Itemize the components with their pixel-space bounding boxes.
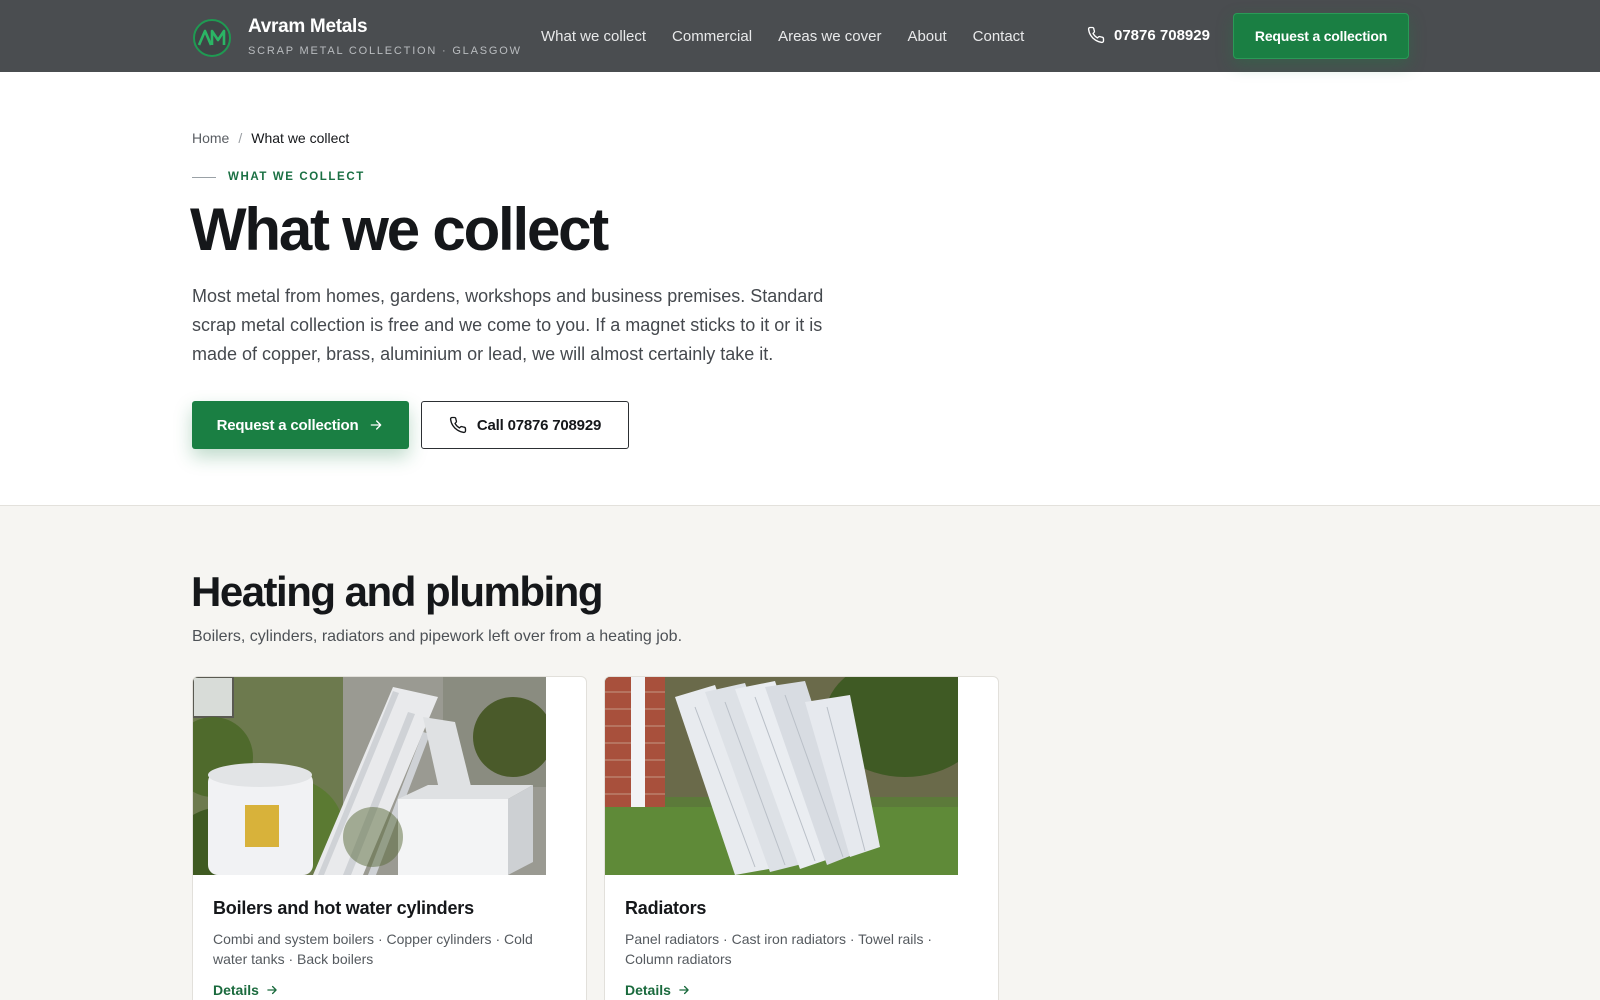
card-title: Boilers and hot water cylinders	[213, 898, 474, 918]
phone-icon	[1087, 26, 1105, 44]
arrow-right-icon	[267, 985, 277, 995]
page-title: What we collect	[190, 196, 609, 263]
product-card-radiators[interactable]: Radiators Panel radiators · Cast iron ra…	[604, 676, 999, 1000]
header-phone-number: 07876 708929	[1114, 26, 1210, 44]
radiators-photo	[605, 677, 958, 875]
breadcrumb-current: What we collect	[251, 130, 350, 146]
card-details-link[interactable]: Details	[213, 982, 279, 998]
arrow-right-icon	[371, 420, 382, 430]
brand-name: Avram Metals	[248, 16, 368, 37]
header-request-collection-button[interactable]: Request a collection	[1233, 13, 1409, 59]
main-nav: What we collect Commercial Areas we cove…	[541, 0, 1050, 72]
call-button-label: Call 07876 708929	[476, 416, 602, 434]
section-title: Heating and plumbing	[191, 568, 603, 615]
breadcrumb-home[interactable]: Home	[192, 130, 229, 146]
details-label: Details	[213, 982, 259, 998]
phone-icon	[449, 416, 467, 434]
details-label: Details	[625, 982, 671, 998]
am-monogram-logo	[193, 19, 231, 57]
card-details-link[interactable]: Details	[625, 982, 691, 998]
heating-plumbing-section: Heating and plumbing Boilers, cylinders,…	[0, 505, 1600, 1000]
boilers-photo	[193, 677, 546, 875]
header-phone-link[interactable]: 07876 708929	[1087, 26, 1210, 44]
hero-eyebrow: WHAT WE COLLECT	[192, 171, 365, 183]
eyebrow-text: WHAT WE COLLECT	[228, 171, 365, 183]
hero-description: Most metal from homes, gardens, workshop…	[192, 286, 824, 364]
card-description: Panel radiators · Cast iron radiators · …	[625, 931, 933, 967]
site-header: Avram Metals SCRAP METAL COLLECTION · GL…	[0, 0, 1600, 72]
section-description: Boilers, cylinders, radiators and pipewo…	[192, 628, 683, 645]
brand[interactable]: Avram Metals SCRAP METAL COLLECTION · GL…	[192, 16, 522, 58]
breadcrumb: Home / What we collect	[192, 130, 349, 146]
arrow-right-icon	[679, 985, 689, 995]
product-card-boilers[interactable]: Boilers and hot water cylinders Combi an…	[192, 676, 587, 1000]
call-button[interactable]: Call 07876 708929	[421, 401, 629, 449]
nav-item-commercial[interactable]: Commercial	[672, 28, 752, 45]
request-collection-label: Request a collection	[216, 416, 359, 434]
nav-item-contact[interactable]: Contact	[973, 28, 1025, 45]
nav-item-about[interactable]: About	[907, 28, 946, 45]
breadcrumb-separator: /	[238, 130, 243, 146]
brand-tagline: SCRAP METAL COLLECTION · GLASGOW	[248, 45, 522, 57]
card-description: Combi and system boilers · Copper cylind…	[213, 931, 533, 967]
eyebrow-divider	[192, 176, 216, 178]
nav-item-what-we-collect[interactable]: What we collect	[541, 28, 646, 45]
request-collection-button[interactable]: Request a collection	[192, 401, 409, 449]
nav-item-areas-we-cover[interactable]: Areas we cover	[778, 28, 881, 45]
card-title: Radiators	[625, 898, 707, 918]
